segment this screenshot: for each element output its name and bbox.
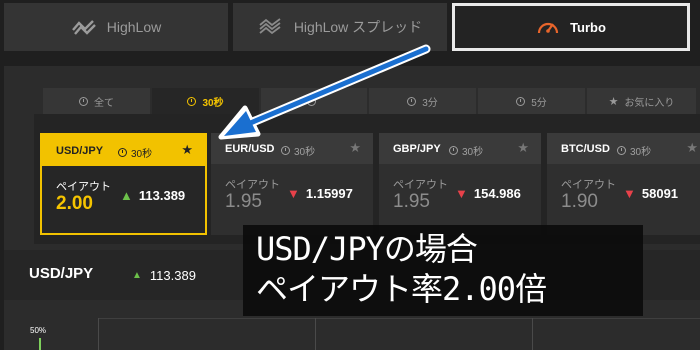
annotation-box: USD/JPYの場合 ペイアウト率2.00倍 — [243, 225, 643, 316]
annotation-line-1: USD/JPYの場合 — [256, 230, 478, 268]
annotation-line-2: ペイアウト率2.00倍 — [256, 270, 547, 308]
